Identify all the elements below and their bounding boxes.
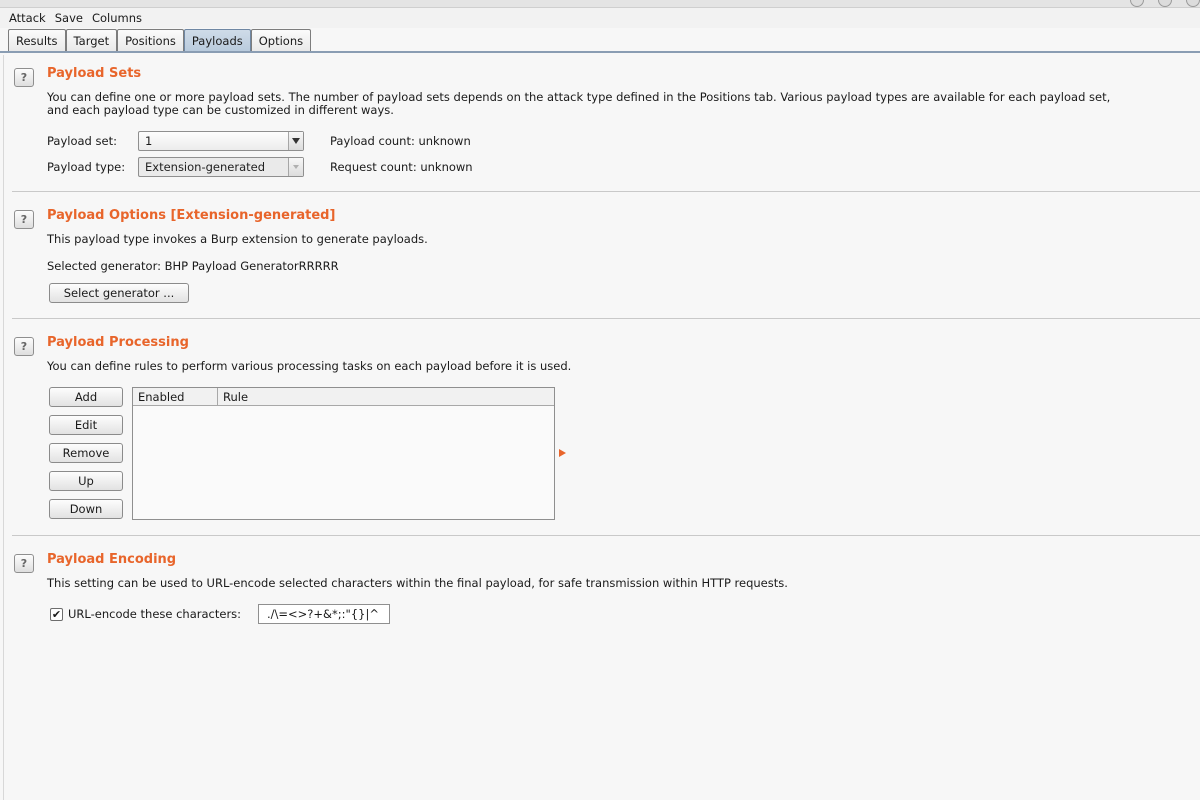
tab-target[interactable]: Target <box>65 29 118 51</box>
tab-bar: Results Target Positions Payloads Option… <box>0 28 1200 53</box>
payload-set-select[interactable]: 1 <box>138 131 304 151</box>
remove-rule-button[interactable]: Remove <box>49 443 123 463</box>
check-icon: ✔ <box>51 608 62 621</box>
payload-options-help-icon[interactable]: ? <box>14 210 34 229</box>
move-down-button[interactable]: Down <box>49 499 123 519</box>
url-encode-characters-field[interactable]: ./\=<>?+&*;:"{}|^ <box>258 604 390 624</box>
payload-set-label: Payload set: <box>47 134 117 148</box>
payload-type-label: Payload type: <box>47 160 126 174</box>
window-top-strip <box>0 0 1200 8</box>
window-close-icon[interactable] <box>1186 0 1200 7</box>
tab-positions[interactable]: Positions <box>117 29 184 51</box>
payload-set-value: 1 <box>145 134 153 148</box>
url-encode-label: URL-encode these characters: <box>68 607 242 621</box>
payload-encoding-description: This setting can be used to URL-encode s… <box>47 576 788 590</box>
chevron-down-icon <box>288 158 303 176</box>
select-generator-button[interactable]: Select generator ... <box>49 283 189 303</box>
move-up-button[interactable]: Up <box>49 471 123 491</box>
url-encode-checkbox[interactable]: ✔ <box>50 608 63 621</box>
section-divider <box>12 535 1200 536</box>
section-divider <box>12 318 1200 319</box>
payload-sets-help-icon[interactable]: ? <box>14 68 34 87</box>
column-enabled[interactable]: Enabled <box>133 388 218 405</box>
payloads-panel: ? Payload Sets You can define one or mor… <box>3 55 1200 800</box>
payload-encoding-help-icon[interactable]: ? <box>14 554 34 573</box>
payload-processing-description: You can define rules to perform various … <box>47 359 572 373</box>
window-minimize-icon[interactable] <box>1130 0 1144 7</box>
payload-encoding-title: Payload Encoding <box>47 552 177 567</box>
add-rule-button[interactable]: Add <box>49 387 123 407</box>
selected-generator: Selected generator: BHP Payload Generato… <box>47 259 339 273</box>
payload-sets-description-1: You can define one or more payload sets.… <box>47 90 1111 104</box>
payload-type-value: Extension-generated <box>145 160 266 174</box>
menu-save[interactable]: Save <box>55 11 83 25</box>
table-header: Enabled Rule <box>133 388 554 406</box>
processing-rules-table[interactable]: Enabled Rule <box>132 387 555 520</box>
payload-processing-help-icon[interactable]: ? <box>14 337 34 356</box>
payload-options-title: Payload Options [Extension-generated] <box>47 208 336 223</box>
payload-count: Payload count: unknown <box>330 134 471 148</box>
request-count: Request count: unknown <box>330 160 473 174</box>
edit-rule-button[interactable]: Edit <box>49 415 123 435</box>
payload-sets-title: Payload Sets <box>47 66 142 81</box>
payload-type-select[interactable]: Extension-generated <box>138 157 304 177</box>
column-rule[interactable]: Rule <box>218 388 554 405</box>
tab-options[interactable]: Options <box>250 29 312 51</box>
payload-sets-description-2: and each payload type can be customized … <box>47 103 394 117</box>
chevron-down-icon <box>288 132 303 150</box>
tab-payloads[interactable]: Payloads <box>183 29 251 51</box>
payload-options-description: This payload type invokes a Burp extensi… <box>47 232 428 246</box>
menu-attack[interactable]: Attack <box>9 11 46 25</box>
payload-processing-title: Payload Processing <box>47 335 189 350</box>
section-divider <box>12 191 1200 192</box>
menu-columns[interactable]: Columns <box>92 11 142 25</box>
window-maximize-icon[interactable] <box>1158 0 1172 7</box>
expand-arrow-icon[interactable] <box>559 449 566 457</box>
tab-results[interactable]: Results <box>8 29 66 51</box>
menu-bar: Attack Save Columns <box>0 8 1200 28</box>
